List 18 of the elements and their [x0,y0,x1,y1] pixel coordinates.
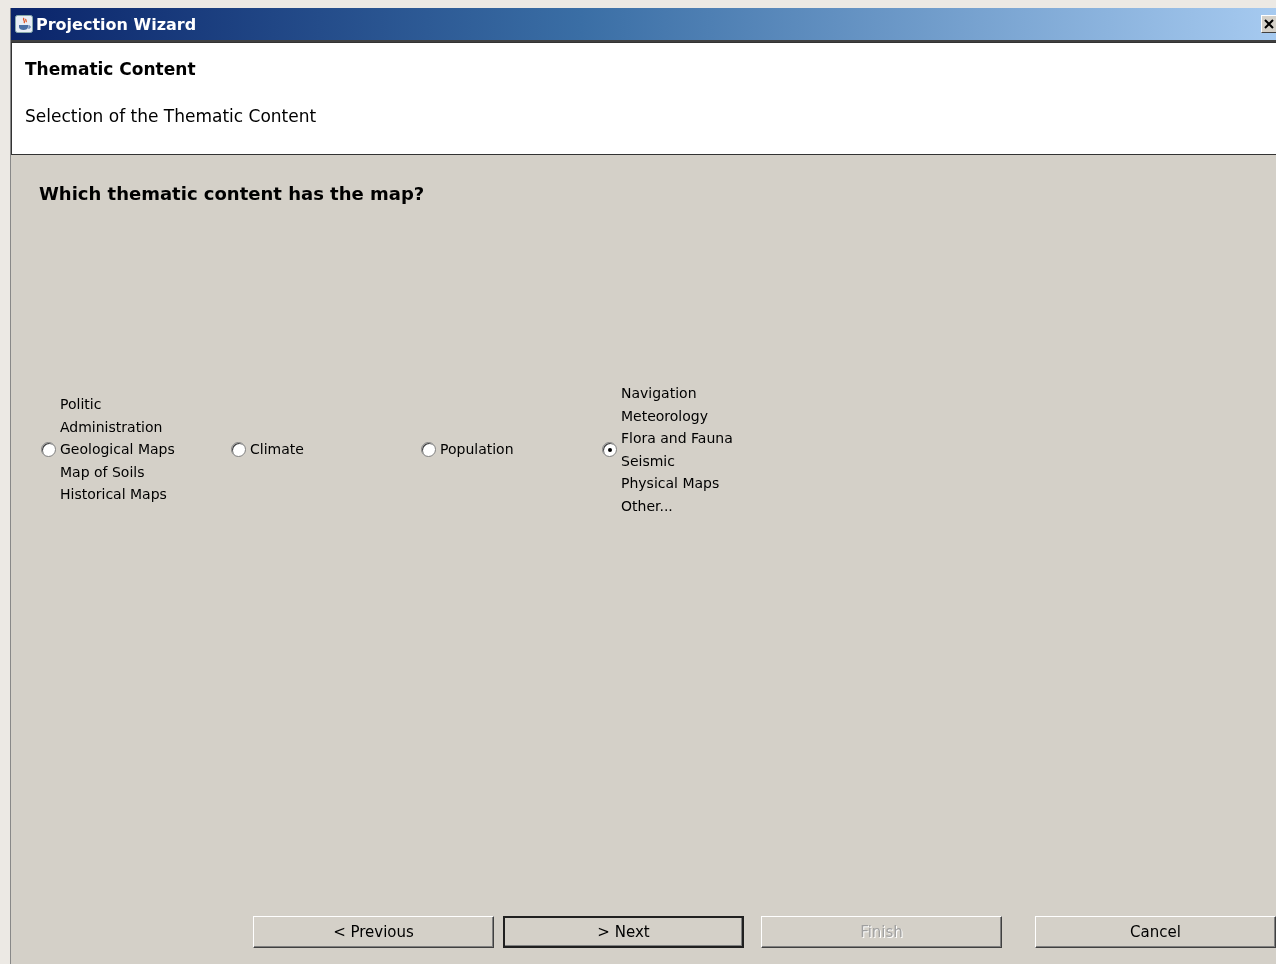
radio-button[interactable] [602,442,617,457]
step-description: Selection of the Thematic Content [25,106,318,126]
radio-label[interactable]: Population [440,438,514,461]
wizard-button[interactable]: Cancel [1035,916,1276,948]
radio-label[interactable]: Climate [250,438,304,461]
radio-button[interactable] [231,442,246,457]
radio-button[interactable] [421,442,436,457]
radio-label[interactable]: Navigation Meteorology Flora and Fauna Seismic Physical Maps Other... [621,382,733,517]
window-title: Projection Wizard [36,14,197,34]
wizard-button[interactable]: < Previous [253,916,494,948]
close-icon [1264,19,1274,29]
coffee-cup-icon [15,15,33,33]
radio-label[interactable]: Politic Administration Geological Maps Map of Soils Historical Maps [60,393,175,506]
step-title: Thematic Content [25,59,197,79]
close-button[interactable] [1261,15,1276,33]
radio-button[interactable] [41,442,56,457]
question-text: Which thematic content has the map? [39,183,426,204]
wizard-button[interactable]: > Next [503,916,744,948]
